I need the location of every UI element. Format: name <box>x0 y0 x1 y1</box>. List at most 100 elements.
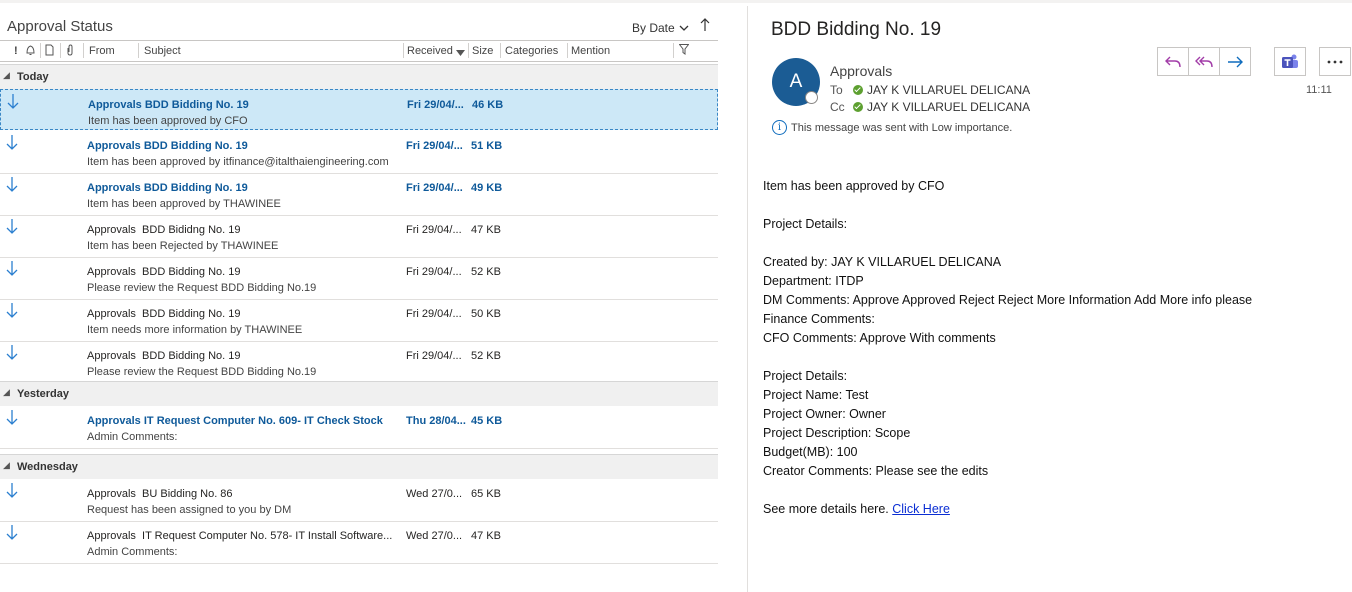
row-preview: Item has been approved by CFO <box>88 115 248 127</box>
reply-icon <box>1165 56 1181 67</box>
row-from-subject: Approvals BDD Bidding No. 19 <box>87 182 248 194</box>
folder-title: Approval Status <box>7 18 113 35</box>
reading-pane: BDD Bidding No. 19 A Approvals To JAY K … <box>748 0 1352 592</box>
message-row[interactable]: Approvals BDD Bidding No. 19 Item has bee… <box>0 89 718 130</box>
row-received: Fri 29/04/... <box>406 224 462 236</box>
chevron-down-icon[interactable]: ◢ <box>3 387 10 398</box>
click-here-link[interactable]: Click Here <box>892 502 950 516</box>
sort-direction-button[interactable] <box>700 18 710 35</box>
received-time: 11:11 <box>1306 84 1332 96</box>
column-received[interactable]: Received <box>407 45 453 57</box>
row-from-subject: Approvals BDD Bidding No. 19 <box>88 99 249 111</box>
row-preview: Request has been assigned to you by DM <box>87 504 292 516</box>
sort-by-dropdown[interactable]: By Date <box>632 21 689 35</box>
row-received: Wed 27/0... <box>406 530 463 542</box>
row-from-subject: Approvals BDD Bidding No. 19 <box>87 140 248 152</box>
message-row[interactable]: Approvals BDD Bidding No. 19 Please revie… <box>0 257 718 300</box>
row-size: 45 KB <box>471 415 503 427</box>
column-size[interactable]: Size <box>472 45 493 57</box>
row-from-subject: Approvals BDD Bidding No. 19 <box>87 266 240 278</box>
row-received: Thu 28/04... <box>406 415 466 427</box>
message-row[interactable]: Approvals BDD Bididng No. 19 Item has bee… <box>0 215 718 258</box>
arrow-up-icon <box>700 18 710 31</box>
row-received: Fri 29/04/... <box>406 350 462 362</box>
to-label: To <box>830 83 843 97</box>
body-line: Finance Comments: <box>763 312 875 326</box>
row-preview: Please review the Request BDD Bidding No… <box>87 366 317 378</box>
cc-recipient[interactable]: JAY K VILLARUEL DELICANA <box>867 100 1030 114</box>
importance-column-icon[interactable]: ! <box>14 45 18 57</box>
message-row[interactable]: Approvals IT Request Computer No. 609- I… <box>0 406 718 449</box>
arrow-down-icon <box>6 177 18 192</box>
body-line: Creator Comments: Please see the edits <box>763 464 989 478</box>
body-line: CFO Comments: Approve With comments <box>763 331 996 345</box>
row-subject: BDD Bidding No. 19 <box>138 308 241 320</box>
row-size: 65 KB <box>471 488 501 500</box>
row-from-subject: Approvals BDD Bididng No. 19 <box>87 224 240 236</box>
row-preview: Admin Comments: <box>87 431 178 443</box>
row-subject: BDD Bididng No. 19 <box>138 224 241 236</box>
more-actions-button[interactable] <box>1319 47 1351 76</box>
sender-name[interactable]: Approvals <box>830 63 892 79</box>
group-label: Today <box>17 71 49 83</box>
row-size: 50 KB <box>471 308 501 320</box>
attachment-paperclip-icon[interactable] <box>66 44 74 59</box>
filter-funnel-icon[interactable] <box>678 44 690 58</box>
row-from-subject: Approvals IT Request Computer No. 609- I… <box>87 415 383 427</box>
message-row[interactable]: Approvals BU Bidding No. 86 Request has b… <box>0 479 718 522</box>
column-mention[interactable]: Mention <box>571 45 610 57</box>
row-size: 49 KB <box>471 182 503 194</box>
row-preview: Item has been approved by itfinance@ital… <box>87 156 389 168</box>
message-body: Item has been approved by CFO Project De… <box>763 177 1252 519</box>
group-header[interactable]: ◢ Yesterday <box>0 381 718 406</box>
row-sender: Approvals <box>87 140 141 152</box>
message-subject-title: BDD Bidding No. 19 <box>771 19 942 40</box>
chevron-down-icon[interactable]: ◢ <box>3 460 10 471</box>
row-size: 47 KB <box>471 224 501 236</box>
message-row[interactable]: Approvals BDD Bidding No. 19 Item needs m… <box>0 299 718 342</box>
see-more-text: See more details here. <box>763 502 893 516</box>
body-line: Project Details: <box>763 369 848 383</box>
message-list-pane: Approval Status By Date ! From Subject R… <box>0 3 718 592</box>
reply-all-button[interactable] <box>1188 47 1220 76</box>
message-row[interactable]: Approvals IT Request Computer No. 578- I… <box>0 521 718 564</box>
reminder-bell-icon[interactable] <box>25 44 36 59</box>
cc-label: Cc <box>830 100 845 114</box>
body-line: Created by: JAY K VILLARUEL DELICANA <box>763 255 1002 269</box>
row-subject: BDD Bidding No. 19 <box>143 140 248 152</box>
row-sender: Approvals <box>87 224 136 236</box>
column-categories[interactable]: Categories <box>505 45 558 57</box>
column-from[interactable]: From <box>89 45 115 57</box>
group-header[interactable]: ◢ Today <box>0 64 718 89</box>
body-line: Project Name: Test <box>763 388 869 402</box>
row-from-subject: Approvals IT Request Computer No. 578- I… <box>87 530 392 542</box>
teams-icon <box>1282 54 1298 68</box>
chevron-down-icon[interactable]: ◢ <box>3 70 10 81</box>
item-type-doc-icon[interactable] <box>45 44 54 59</box>
sort-descending-icon <box>456 47 465 59</box>
reply-button[interactable] <box>1157 47 1189 76</box>
cc-line: Cc JAY K VILLARUEL DELICANA <box>830 100 1030 114</box>
message-row[interactable]: Approvals BDD Bidding No. 19 Please revie… <box>0 341 718 384</box>
row-preview: Item has been approved by THAWINEE <box>87 198 281 210</box>
teams-share-button[interactable] <box>1274 47 1306 76</box>
row-sender: Approvals <box>87 266 136 278</box>
row-sender: Approvals <box>87 488 136 500</box>
arrow-down-icon <box>6 483 18 498</box>
body-line: DM Comments: Approve Approved Reject Rej… <box>763 293 1253 307</box>
row-subject: BDD Bidding No. 19 <box>138 350 241 362</box>
to-recipient[interactable]: JAY K VILLARUEL DELICANA <box>867 83 1030 97</box>
row-sender: Approvals <box>87 415 141 427</box>
row-subject: BDD Bidding No. 19 <box>144 99 249 111</box>
row-received: Fri 29/04/... <box>406 182 463 194</box>
sort-by-label: By Date <box>632 21 675 35</box>
row-received: Fri 29/04/... <box>406 308 462 320</box>
forward-button[interactable] <box>1219 47 1251 76</box>
message-row[interactable]: Approvals BDD Bidding No. 19 Item has bee… <box>0 173 718 216</box>
arrow-down-icon <box>6 135 18 150</box>
forward-arrow-icon <box>1228 56 1243 67</box>
column-subject[interactable]: Subject <box>144 45 181 57</box>
group-header[interactable]: ◢ Wednesday <box>0 454 718 479</box>
message-row[interactable]: Approvals BDD Bidding No. 19 Item has bee… <box>0 131 718 174</box>
body-line: Project Details: <box>763 217 848 231</box>
